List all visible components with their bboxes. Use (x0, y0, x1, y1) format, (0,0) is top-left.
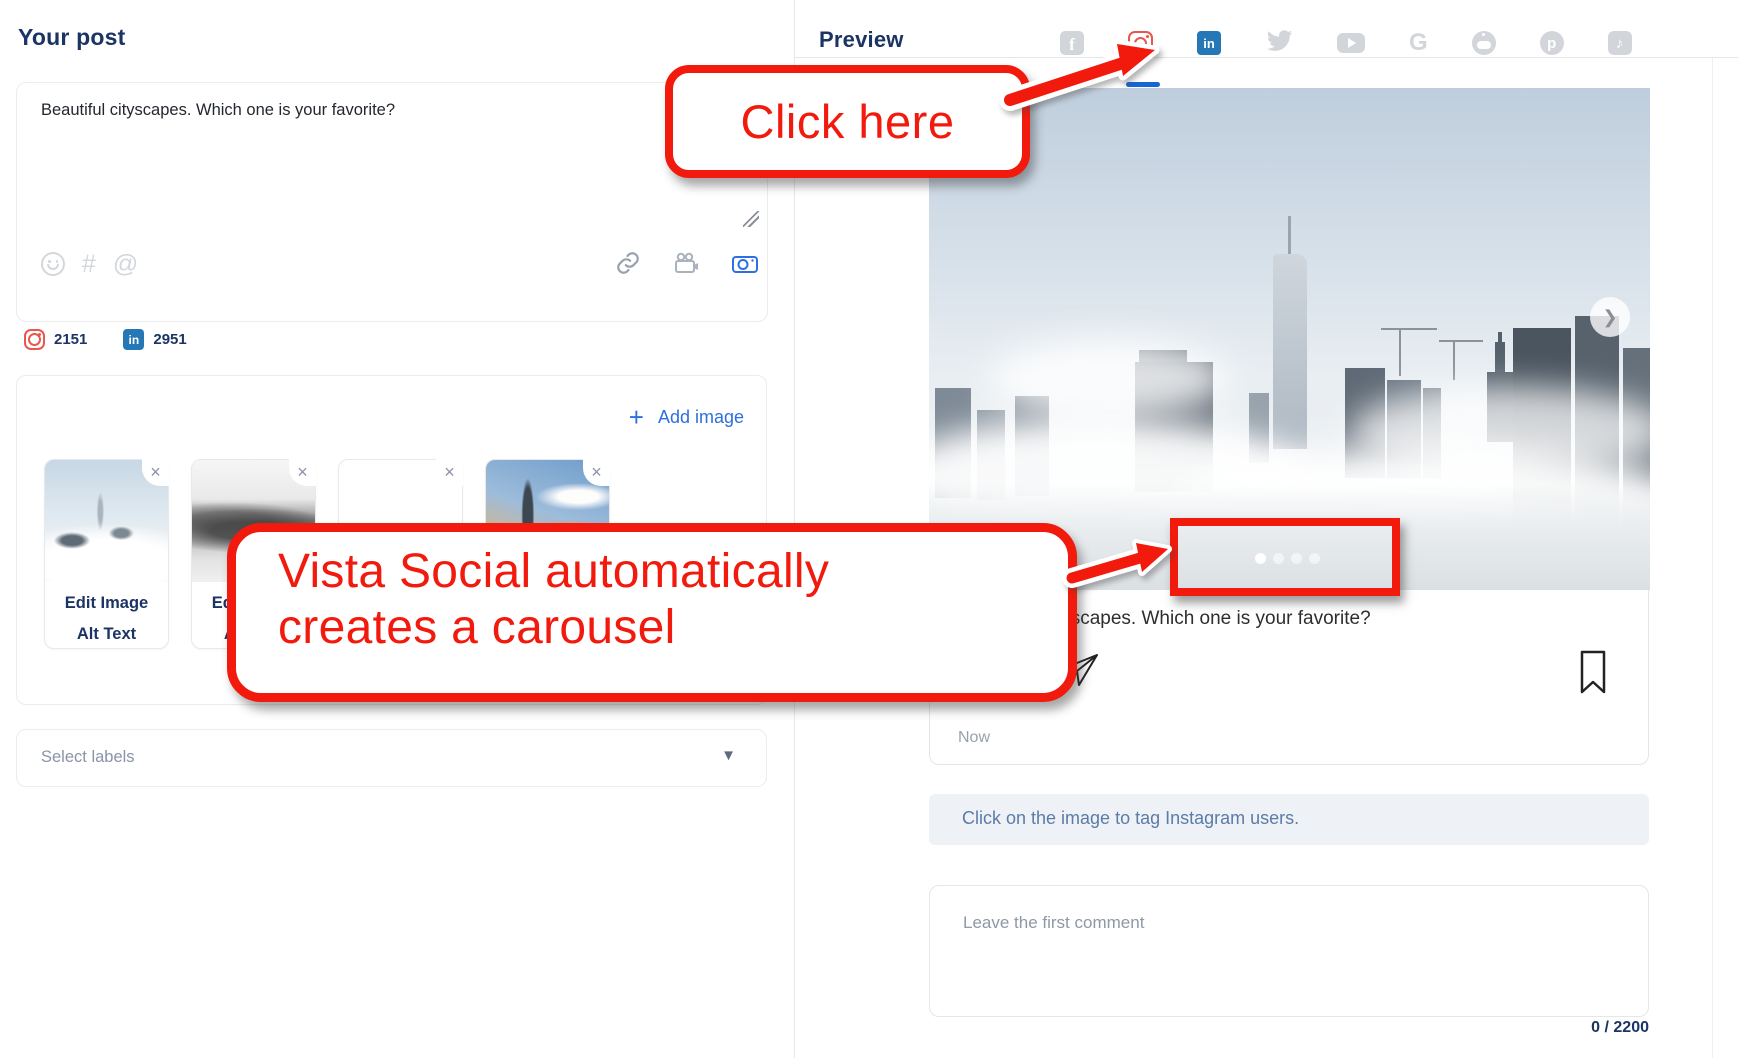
linkedin-counter: in 2951 (123, 329, 186, 350)
instagram-char-count: 2151 (54, 331, 87, 348)
linkedin-tab-icon[interactable]: in (1197, 31, 1221, 55)
instagram-counter: 2151 (24, 329, 87, 350)
linkedin-char-count: 2951 (153, 331, 186, 348)
tag-users-banner: Click on the image to tag Instagram user… (929, 794, 1649, 845)
plus-icon: + (629, 406, 644, 428)
select-labels-dropdown[interactable]: Select labels ▼ (16, 729, 767, 787)
youtube-tab-icon[interactable] (1337, 33, 1365, 53)
hashtag-icon[interactable]: # (82, 252, 96, 276)
select-labels-placeholder: Select labels (41, 748, 135, 767)
tiktok-tab-icon[interactable]: ♪ (1608, 31, 1632, 55)
network-counters: 2151 in 2951 (24, 329, 187, 350)
link-icon[interactable] (615, 250, 641, 281)
pinterest-tab-icon[interactable]: p (1540, 31, 1564, 55)
comment-input[interactable]: Leave the first comment (929, 885, 1649, 1017)
post-timestamp: Now (958, 729, 990, 747)
image-thumbnail-1[interactable]: × Edit Image Alt Text (44, 459, 169, 649)
post-image-cityscape[interactable]: ❯ (929, 88, 1650, 590)
page-title: Your post (18, 24, 125, 51)
scroll-edge (1712, 57, 1713, 1058)
edit-alt-text-button[interactable]: Edit Image Alt Text (45, 588, 168, 650)
camera-icon[interactable] (731, 250, 759, 281)
click-here-arrow (985, 38, 1170, 118)
google-tab-icon[interactable]: G (1409, 31, 1428, 55)
carousel-next-button[interactable]: ❯ (1590, 297, 1630, 337)
instagram-icon (24, 329, 45, 350)
carousel-note-callout: Vista Social automatically creates a car… (227, 523, 1077, 702)
chevron-right-icon: ❯ (1602, 307, 1617, 328)
emoji-icon[interactable] (41, 252, 65, 276)
carousel-dots-highlight-rectangle (1170, 518, 1400, 596)
bookmark-icon[interactable] (1577, 649, 1609, 700)
comment-placeholder: Leave the first comment (963, 913, 1144, 933)
resize-handle-icon[interactable] (743, 211, 759, 227)
mention-icon[interactable]: @ (113, 252, 138, 276)
preview-title: Preview (819, 27, 904, 53)
comment-char-counter: 0 / 2200 (1430, 1019, 1649, 1037)
click-here-callout: Click here (665, 65, 1030, 178)
carousel-note-arrow (1062, 530, 1182, 602)
chevron-down-icon[interactable]: ▼ (721, 747, 736, 764)
gif-video-icon[interactable] (672, 250, 700, 281)
click-here-text: Click here (741, 94, 955, 149)
vista-social-composer: Your post Beautiful cityscapes. Which on… (0, 0, 1738, 1058)
carousel-note-line1: Vista Social automatically (278, 544, 1068, 600)
reddit-tab-icon[interactable] (1472, 31, 1496, 55)
post-composer[interactable]: Beautiful cityscapes. Which one is your … (16, 82, 768, 322)
twitter-tab-icon[interactable] (1265, 29, 1293, 58)
carousel-note-line2: creates a carousel (278, 600, 1068, 656)
add-image-button[interactable]: + Add image (629, 406, 744, 428)
tag-users-banner-text: Click on the image to tag Instagram user… (962, 808, 1299, 829)
linkedin-icon: in (123, 329, 144, 350)
post-text-input[interactable]: Beautiful cityscapes. Which one is your … (41, 99, 681, 122)
